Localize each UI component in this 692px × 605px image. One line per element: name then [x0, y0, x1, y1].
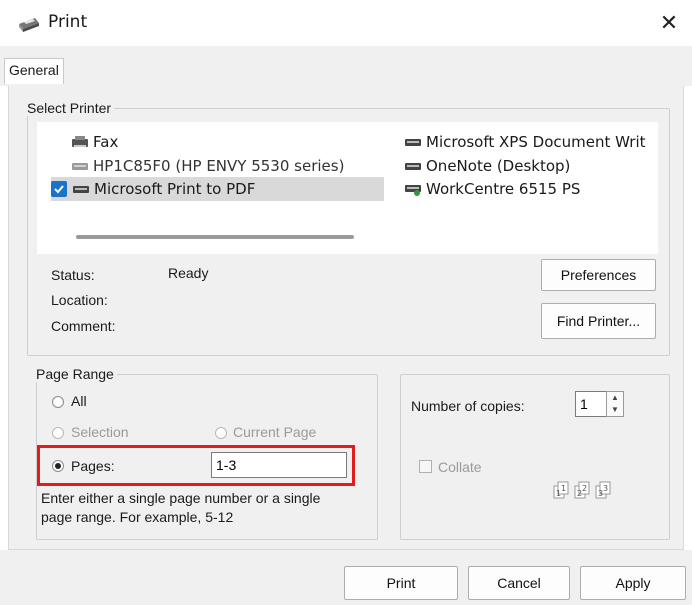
spinner-down-icon[interactable]: ▼: [607, 404, 623, 416]
collate-checkbox[interactable]: [419, 460, 432, 473]
close-icon: ✕: [659, 10, 679, 35]
print-button[interactable]: Print: [344, 566, 458, 600]
checkmark-icon: [51, 181, 67, 197]
select-printer-legend: Select Printer: [24, 100, 115, 116]
printer-icon: [70, 159, 90, 173]
printer-item-microsoft-xps[interactable]: Microsoft XPS Document Writ: [403, 130, 646, 154]
find-printer-button[interactable]: Find Printer...: [541, 303, 656, 339]
close-button[interactable]: ✕: [646, 0, 692, 46]
network-printer-icon: [403, 182, 423, 196]
highlight-annotation: [37, 445, 355, 486]
printer-item-fax[interactable]: Fax: [70, 130, 118, 154]
selection-label: Selection: [71, 424, 129, 440]
tab-strip: General: [0, 46, 692, 86]
all-label: All: [71, 393, 87, 409]
printer-name: WorkCentre 6515 PS: [426, 180, 581, 198]
title-bar: Print ✕: [0, 0, 692, 46]
number-of-copies-label: Number of copies:: [411, 398, 525, 414]
printer-name: Microsoft XPS Document Writ: [426, 133, 646, 151]
all-radio[interactable]: [52, 396, 64, 408]
cancel-button[interactable]: Cancel: [468, 566, 570, 600]
printer-list-scrollbar[interactable]: [76, 235, 354, 239]
copies-input[interactable]: [575, 391, 607, 417]
page-range-legend: Page Range: [33, 366, 117, 382]
printer-name: Microsoft Print to PDF: [94, 180, 256, 198]
svg-text:3: 3: [603, 484, 608, 493]
fax-printer-icon: [70, 135, 90, 149]
page-range-help-line1: Enter either a single page number or a s…: [41, 490, 321, 506]
printer-icon: [16, 14, 42, 34]
printer-icon: [403, 135, 423, 149]
location-label: Location:: [51, 292, 108, 308]
printer-item-microsoft-print-to-pdf[interactable]: Microsoft Print to PDF: [51, 177, 384, 201]
status-value: Ready: [168, 265, 209, 281]
spinner-up-icon[interactable]: ▲: [607, 392, 623, 404]
printer-item-onenote[interactable]: OneNote (Desktop): [403, 154, 570, 178]
printer-icon: [71, 182, 91, 196]
printer-item-workcentre[interactable]: WorkCentre 6515 PS: [403, 177, 580, 201]
printer-name: HP1C85F0 (HP ENVY 5530 series): [93, 157, 345, 175]
copies-spinner[interactable]: ▲ ▼: [606, 391, 624, 417]
printer-item-hp[interactable]: HP1C85F0 (HP ENVY 5530 series): [70, 154, 344, 178]
comment-label: Comment:: [51, 318, 116, 334]
page-range-help-line2: page range. For example, 5-12: [41, 509, 234, 525]
current-page-radio[interactable]: [215, 427, 227, 439]
svg-text:1: 1: [561, 484, 566, 493]
collate-pages-icon: 11 22 33: [553, 478, 615, 500]
tab-general[interactable]: General: [4, 58, 64, 84]
window-title: Print: [48, 12, 88, 32]
current-page-label: Current Page: [233, 424, 317, 440]
apply-button[interactable]: Apply: [580, 566, 686, 600]
preferences-button[interactable]: Preferences: [541, 259, 656, 291]
collate-label: Collate: [438, 459, 482, 475]
printer-name: OneNote (Desktop): [426, 157, 571, 175]
selection-radio[interactable]: [52, 427, 64, 439]
svg-text:2: 2: [582, 484, 587, 493]
printer-icon: [403, 159, 423, 173]
status-label: Status:: [51, 267, 95, 283]
printer-name: Fax: [93, 133, 119, 151]
